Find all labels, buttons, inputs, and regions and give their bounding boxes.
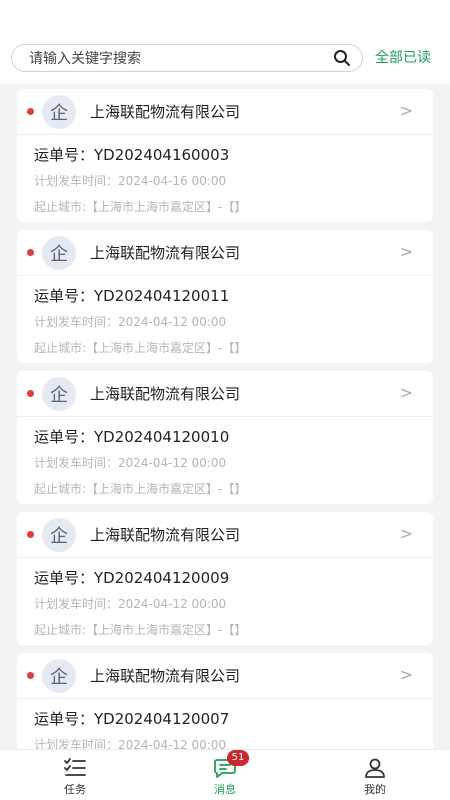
route-cities: 起止城市:【上海市上海市嘉定区】-【】 (34, 623, 247, 637)
unread-dot (27, 249, 34, 256)
user-icon (363, 756, 387, 780)
plan-time: 计划发车时间：2024-04-16 00:00 (34, 174, 227, 188)
card-header: 企 上海联配物流有限公司 > (17, 230, 433, 276)
chevron-right-icon: > (399, 383, 413, 402)
company-name: 上海联配物流有限公司 (90, 385, 241, 403)
tab-tasks[interactable]: 任务 (0, 750, 150, 800)
company-icon: 企 (42, 518, 76, 552)
plan-time: 计划发车时间：2024-04-12 00:00 (34, 597, 227, 611)
waybill-number: 运单号：YD202404120010 (34, 428, 230, 446)
message-card[interactable]: 企 上海联配物流有限公司 > 运单号：YD202404120010 计划发车时间… (17, 371, 433, 504)
search-placeholder: 请输入关键字搜索 (29, 51, 141, 67)
chevron-right-icon: > (399, 665, 413, 684)
company-icon: 企 (42, 377, 76, 411)
company-icon: 企 (42, 659, 76, 693)
company-icon: 企 (42, 236, 76, 270)
card-header: 企 上海联配物流有限公司 > (17, 371, 433, 417)
chevron-right-icon: > (399, 242, 413, 261)
tab-label: 消息 (214, 783, 236, 796)
tab-profile[interactable]: 我的 (300, 750, 450, 800)
unread-dot (27, 672, 34, 679)
unread-dot (27, 531, 34, 538)
message-card[interactable]: 企 上海联配物流有限公司 > 运单号：YD202404120009 计划发车时间… (17, 512, 433, 645)
waybill-number: 运单号：YD202404160003 (34, 146, 230, 164)
company-name: 上海联配物流有限公司 (90, 526, 241, 544)
message-card[interactable]: 企 上海联配物流有限公司 > 运单号：YD202404120011 计划发车时间… (17, 230, 433, 363)
chevron-right-icon: > (399, 101, 413, 120)
company-name: 上海联配物流有限公司 (90, 244, 241, 262)
card-header: 企 上海联配物流有限公司 > (17, 653, 433, 699)
company-name: 上海联配物流有限公司 (90, 103, 241, 121)
tab-label: 我的 (364, 783, 386, 796)
waybill-number: 运单号：YD202404120009 (34, 569, 230, 587)
unread-dot (27, 108, 34, 115)
card-header: 企 上海联配物流有限公司 > (17, 512, 433, 558)
mark-all-read-button[interactable]: 全部已读 (375, 48, 431, 68)
plan-time: 计划发车时间：2024-04-12 00:00 (34, 456, 227, 470)
route-cities: 起止城市:【上海市上海市嘉定区】-【】 (34, 482, 247, 496)
waybill-number: 运单号：YD202404120011 (34, 287, 230, 305)
waybill-number: 运单号：YD202404120007 (34, 710, 230, 728)
tab-messages[interactable]: 51 消息 (150, 750, 300, 800)
message-card[interactable]: 企 上海联配物流有限公司 > 运单号：YD202404160003 计划发车时间… (17, 89, 433, 222)
unread-count-badge: 51 (227, 750, 249, 766)
search-icon[interactable] (332, 48, 352, 68)
top-bar: 请输入关键字搜索 全部已读 (0, 0, 450, 84)
plan-time: 计划发车时间：2024-04-12 00:00 (34, 315, 227, 329)
chevron-right-icon: > (399, 524, 413, 543)
tab-label: 任务 (64, 783, 86, 796)
bottom-tab-bar: 任务 51 消息 我的 (0, 749, 450, 800)
search-input[interactable]: 请输入关键字搜索 (11, 44, 363, 72)
task-list-icon (63, 756, 87, 780)
unread-dot (27, 390, 34, 397)
card-header: 企 上海联配物流有限公司 > (17, 89, 433, 135)
message-icon: 51 (213, 750, 249, 780)
message-list: 企 上海联配物流有限公司 > 运单号：YD202404160003 计划发车时间… (17, 89, 433, 794)
company-name: 上海联配物流有限公司 (90, 667, 241, 685)
route-cities: 起止城市:【上海市上海市嘉定区】-【】 (34, 200, 247, 214)
route-cities: 起止城市:【上海市上海市嘉定区】-【】 (34, 341, 247, 355)
company-icon: 企 (42, 95, 76, 129)
